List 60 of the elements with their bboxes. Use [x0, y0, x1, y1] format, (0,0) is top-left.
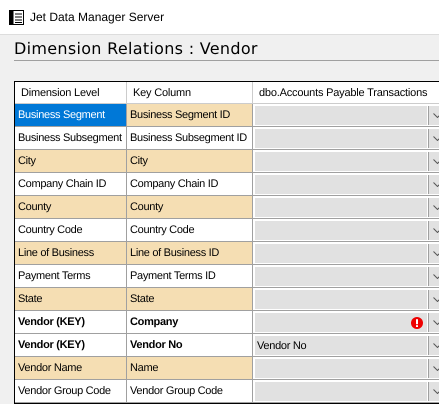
table-cell: State — [127, 288, 253, 310]
table-cell[interactable]: Vendor (KEY) — [15, 311, 127, 333]
chevron-down-icon — [432, 205, 439, 210]
chevron-down-icon — [432, 228, 439, 233]
table-cell[interactable]: Line of Business — [15, 242, 127, 264]
chevron-down-icon — [432, 274, 439, 279]
chevron-down-icon — [432, 113, 439, 118]
table-cell[interactable]: Business Subsegment — [15, 127, 127, 149]
dropdown-field[interactable]: Vendor No — [255, 336, 427, 355]
dropdown-field[interactable] — [255, 129, 427, 148]
table-cell[interactable]: Payment Terms — [15, 265, 127, 287]
chevron-down-icon — [432, 343, 439, 348]
dropdown-field[interactable] — [255, 244, 427, 263]
table-cell[interactable]: City — [15, 150, 127, 172]
table-cell: Company Chain ID — [127, 173, 253, 195]
column-header[interactable]: Key Column — [127, 82, 253, 103]
table-cell: Name — [127, 357, 253, 379]
dropdown-field[interactable] — [255, 359, 427, 378]
dropdown-field[interactable] — [255, 382, 427, 401]
table-cell: County — [127, 196, 253, 218]
app-icon — [9, 10, 24, 24]
chevron-down-icon — [432, 389, 439, 394]
table-cell[interactable]: State — [15, 288, 127, 310]
error-icon — [411, 316, 423, 328]
table-cell: Vendor Group Code — [127, 380, 253, 402]
table-cell: Company — [127, 311, 253, 333]
dropdown-field[interactable] — [255, 175, 427, 194]
table-cell[interactable]: Country Code — [15, 219, 127, 241]
column-header[interactable]: dbo.Accounts Payable Transactions — [253, 82, 439, 103]
table-cell: Country Code — [127, 219, 253, 241]
dropdown-field[interactable] — [255, 290, 427, 309]
dropdown-field[interactable] — [255, 267, 427, 286]
chevron-down-icon — [432, 366, 439, 371]
table-cell[interactable]: Vendor (KEY) — [15, 334, 127, 356]
dropdown-value: Vendor No — [257, 340, 306, 352]
chevron-down-icon — [432, 182, 439, 187]
table-cell: Business Segment ID — [127, 104, 253, 126]
dropdown-field[interactable] — [255, 152, 427, 171]
column-header[interactable]: Dimension Level — [15, 82, 127, 103]
table-cell: City — [127, 150, 253, 172]
dropdown-field[interactable] — [255, 313, 427, 332]
chevron-down-icon — [432, 159, 439, 164]
table-cell: Line of Business ID — [127, 242, 253, 264]
dropdown-field[interactable] — [255, 221, 427, 240]
chevron-down-icon — [432, 320, 439, 325]
window-title: Jet Data Manager Server — [30, 10, 164, 24]
chevron-down-icon — [432, 251, 439, 256]
table-cell: Vendor No — [127, 334, 253, 356]
table-cell[interactable]: Vendor Group Code — [15, 380, 127, 402]
dropdown-field[interactable] — [255, 106, 427, 125]
table-cell[interactable]: Vendor Name — [15, 357, 127, 379]
table-cell: Payment Terms ID — [127, 265, 253, 287]
table-cell[interactable]: Business Segment — [15, 104, 127, 126]
chevron-down-icon — [432, 136, 439, 141]
table-cell[interactable]: County — [15, 196, 127, 218]
table-cell[interactable]: Company Chain ID — [15, 173, 127, 195]
chevron-down-icon — [432, 297, 439, 302]
page-heading: Dimension Relations : Vendor — [14, 39, 439, 61]
table-cell: Business Subsegment ID — [127, 127, 253, 149]
dropdown-field[interactable] — [255, 198, 427, 217]
